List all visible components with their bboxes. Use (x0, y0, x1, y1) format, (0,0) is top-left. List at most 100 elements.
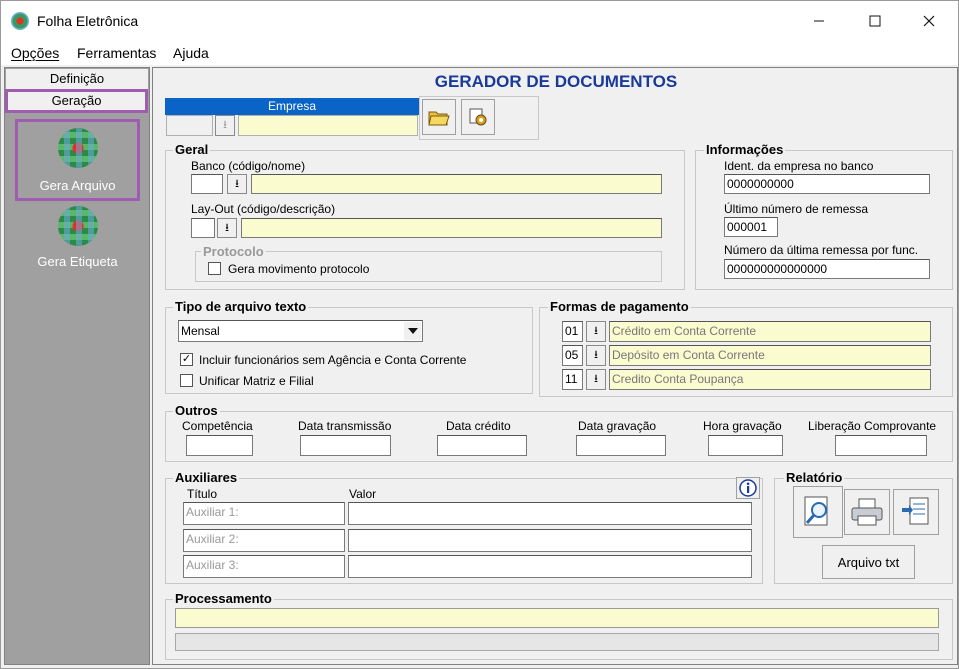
menu-ferramentas[interactable]: Ferramentas (77, 45, 156, 61)
forma-code-input[interactable]: 11 (562, 369, 583, 390)
globe-icon (57, 128, 98, 168)
preview-button[interactable] (793, 486, 843, 538)
auxiliar-title-input[interactable]: Auxiliar 3: (183, 555, 345, 578)
incluir-funcionarios-checkbox[interactable]: ✓ (180, 353, 193, 366)
tipo-arquivo-selected: Mensal (181, 324, 220, 338)
title-bar: Folha Eletrônica (1, 1, 958, 41)
gera-etiqueta-button[interactable]: Gera Etiqueta (15, 206, 140, 276)
titulo-column-header: Título (187, 487, 218, 501)
close-icon[interactable] (906, 1, 952, 41)
layout-name-input[interactable] (241, 218, 662, 238)
protocolo-check-label: Gera movimento protocolo (228, 262, 370, 276)
chevron-down-icon[interactable] (404, 322, 421, 340)
tab-definicao[interactable]: Definição (6, 69, 148, 89)
arquivo-txt-button[interactable]: Arquivo txt (822, 545, 915, 579)
data-gravacao-input[interactable] (576, 435, 666, 456)
minimize-icon[interactable] (796, 1, 842, 41)
gera-arquivo-button[interactable]: Gera Arquivo (15, 119, 140, 201)
gera-etiqueta-label: Gera Etiqueta (37, 254, 118, 269)
ident-input[interactable]: 0000000000 (724, 174, 930, 194)
menu-opcoes[interactable]: Opções (11, 45, 59, 61)
data-transmissao-label: Data transmissão (298, 419, 392, 433)
export-document-icon (902, 497, 929, 525)
settings-button[interactable] (461, 99, 495, 135)
incluir-funcionarios-label: Incluir funcionários sem Agência e Conta… (199, 353, 467, 367)
remessa-label: Último número de remessa (724, 202, 869, 216)
relatorio-title: Relatório (784, 470, 845, 485)
func-label: Número da última remessa por func. (724, 243, 919, 257)
ident-label: Ident. da empresa no banco (724, 159, 874, 173)
folder-icon (428, 111, 450, 126)
liberacao-label: Liberação Comprovante (808, 419, 937, 433)
printer-icon (851, 498, 883, 526)
tipo-arquivo-title: Tipo de arquivo texto (173, 299, 309, 314)
auxiliares-title: Auxiliares (173, 470, 240, 485)
tipo-arquivo-select[interactable]: Mensal (178, 320, 423, 342)
formas-title: Formas de pagamento (548, 299, 691, 314)
magnifier-icon (804, 496, 828, 526)
banco-label: Banco (código/nome) (191, 159, 306, 173)
window-title: Folha Eletrônica (37, 13, 139, 29)
gera-arquivo-label: Gera Arquivo (39, 178, 116, 193)
layout-label: Lay-Out (código/descrição) (191, 202, 336, 216)
banco-dropdown-button[interactable]: ⭳ (227, 174, 247, 194)
main-panel: GERADOR DE DOCUMENTOS Empresa ⭳ Geral Ba… (152, 67, 958, 665)
forma-desc-input[interactable]: Depósito em Conta Corrente (609, 345, 931, 366)
page-title: GERADOR DE DOCUMENTOS (434, 72, 678, 91)
remessa-input[interactable]: 000001 (724, 217, 778, 237)
app-globe-icon (11, 12, 29, 30)
forma-desc-input[interactable]: Credito Conta Poupança (609, 369, 931, 390)
liberacao-input[interactable] (835, 435, 927, 456)
sidebar: Definição Geração Gera Arquivo Gera Etiq… (4, 67, 150, 665)
forma-dropdown-button[interactable]: ⭳ (586, 321, 606, 342)
data-transmissao-input[interactable] (300, 435, 391, 456)
hora-gravacao-label: Hora gravação (703, 419, 782, 433)
maximize-icon[interactable] (852, 1, 898, 41)
tab-geracao[interactable]: Geração (5, 89, 148, 113)
unificar-label: Unificar Matriz e Filial (199, 374, 314, 388)
outros-title: Outros (173, 403, 220, 418)
forma-dropdown-button[interactable]: ⭳ (586, 345, 606, 366)
valor-column-header: Valor (349, 487, 377, 501)
banco-code-input[interactable] (191, 174, 223, 194)
info-button[interactable] (736, 477, 760, 499)
menu-bar: Opções Ferramentas Ajuda (1, 41, 958, 65)
informacoes-title: Informações (704, 142, 786, 157)
protocolo-checkbox[interactable] (208, 262, 221, 275)
progress-bar (175, 633, 939, 651)
forma-dropdown-button[interactable]: ⭳ (586, 369, 606, 390)
empresa-code-input[interactable] (166, 115, 213, 136)
data-gravacao-label: Data gravação (578, 419, 657, 433)
protocolo-title: Protocolo (201, 244, 266, 259)
empresa-name-input[interactable] (238, 115, 418, 136)
unificar-checkbox[interactable] (180, 374, 193, 387)
geral-title: Geral (173, 142, 211, 157)
layout-code-input[interactable] (191, 218, 215, 238)
competencia-label: Competência (182, 419, 253, 433)
auxiliar-value-input[interactable] (348, 555, 752, 578)
gear-icon (469, 108, 487, 126)
hora-gravacao-input[interactable] (708, 435, 783, 456)
data-credito-input[interactable] (437, 435, 527, 456)
forma-code-input[interactable]: 01 (562, 321, 583, 342)
info-icon (739, 479, 757, 497)
forma-desc-input[interactable]: Crédito em Conta Corrente (609, 321, 931, 342)
menu-ajuda[interactable]: Ajuda (173, 45, 209, 61)
auxiliar-title-input[interactable]: Auxiliar 1: (183, 502, 345, 525)
banco-name-input[interactable] (251, 174, 662, 194)
layout-dropdown-button[interactable]: ⭳ (217, 218, 237, 238)
empresa-dropdown-button[interactable]: ⭳ (215, 115, 235, 136)
processamento-status (175, 608, 939, 628)
print-button[interactable] (844, 489, 890, 535)
export-button[interactable] (893, 489, 939, 535)
forma-code-input[interactable]: 05 (562, 345, 583, 366)
auxiliar-value-input[interactable] (348, 502, 752, 525)
auxiliar-title-input[interactable]: Auxiliar 2: (183, 529, 345, 552)
competencia-input[interactable] (186, 435, 253, 456)
empresa-header: Empresa (165, 98, 419, 115)
globe-icon (57, 206, 98, 246)
data-credito-label: Data crédito (446, 419, 511, 433)
auxiliar-value-input[interactable] (348, 529, 752, 552)
func-input[interactable]: 000000000000000 (724, 259, 930, 279)
open-folder-button[interactable] (422, 99, 456, 135)
